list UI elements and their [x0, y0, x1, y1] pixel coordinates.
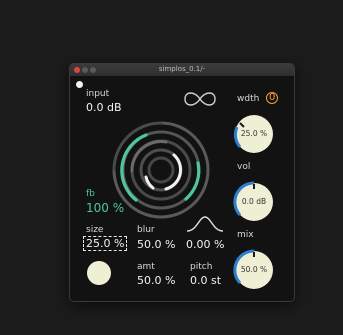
- input-value[interactable]: 0.0 dB: [86, 101, 122, 114]
- feedback-value[interactable]: 100 %: [86, 201, 124, 215]
- mix-knob-value: 50.0 %: [240, 265, 268, 274]
- bell-curve-icon[interactable]: [185, 215, 225, 233]
- volume-knob[interactable]: 0.0 dB: [233, 181, 275, 223]
- width-knob[interactable]: 25.0 %: [233, 113, 275, 155]
- plugin-window: simplos_0.1/- input 0.0 dB fb 100 % wdth…: [69, 63, 295, 302]
- width-label: wdth: [237, 94, 260, 104]
- amount-value[interactable]: 50.0 %: [137, 274, 175, 287]
- blur-value[interactable]: 50.0 %: [137, 238, 175, 251]
- mix-label: mix: [237, 230, 254, 240]
- size-value[interactable]: 25.0 %: [83, 236, 128, 251]
- volume-knob-value: 0.0 dB: [241, 197, 267, 206]
- infinity-icon[interactable]: [181, 89, 219, 109]
- width-link-badge[interactable]: 0: [266, 92, 279, 104]
- plugin-panel: input 0.0 dB fb 100 % wdth 0 25.0 % vol …: [70, 77, 294, 301]
- curve-value[interactable]: 0.00 %: [186, 238, 224, 251]
- window-title: simplos_0.1/-: [158, 65, 206, 73]
- mix-knob[interactable]: 50.0 %: [233, 249, 275, 291]
- width-knob-value: 25.0 %: [240, 129, 268, 138]
- power-toggle[interactable]: [76, 81, 83, 88]
- pitch-label: pitch: [190, 262, 213, 272]
- volume-label: vol: [237, 162, 251, 172]
- pitch-value[interactable]: 0.0 st: [190, 274, 221, 287]
- feedback-label: fb: [86, 189, 95, 199]
- size-button[interactable]: [87, 261, 111, 285]
- amount-label: amt: [137, 262, 155, 272]
- input-label: input: [86, 89, 110, 99]
- blur-label: blur: [137, 225, 155, 235]
- title-bar[interactable]: simplos_0.1/-: [70, 64, 294, 77]
- size-label: size: [86, 225, 104, 235]
